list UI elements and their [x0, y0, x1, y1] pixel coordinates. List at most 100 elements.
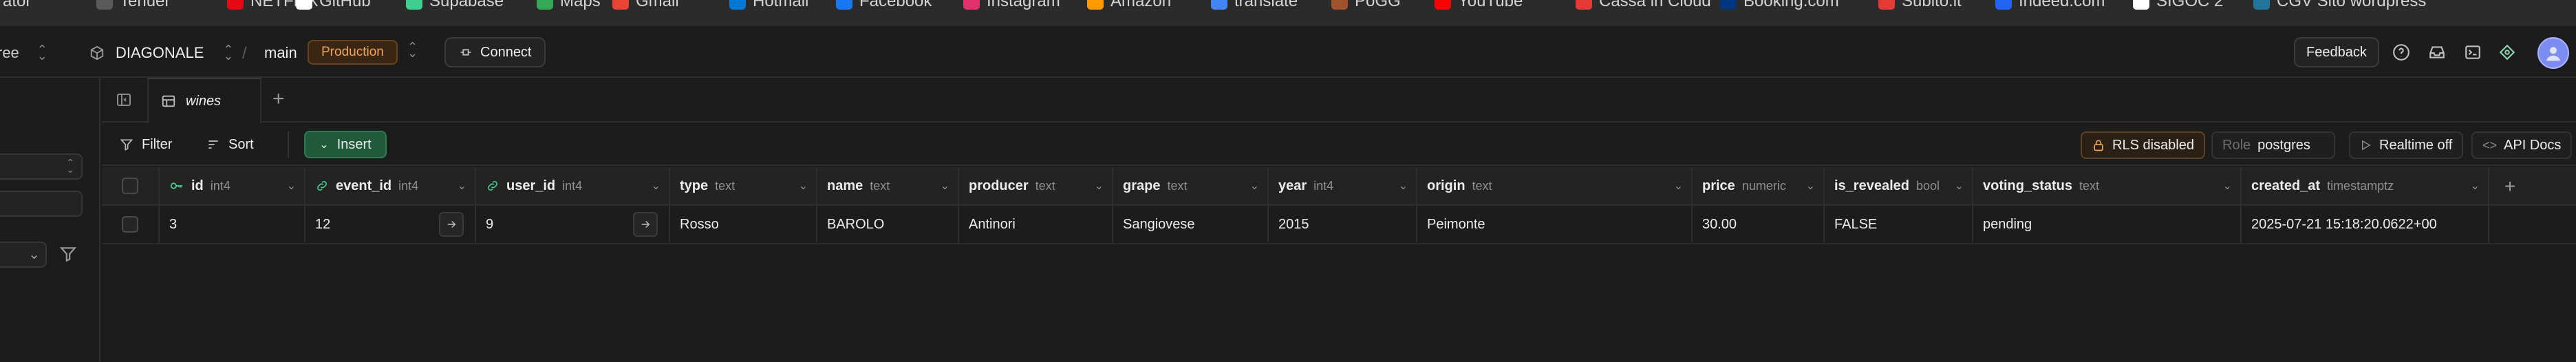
chevron-down-icon[interactable]: ⌄: [652, 179, 661, 193]
cell-id[interactable]: 3: [160, 206, 305, 243]
feedback-button[interactable]: Feedback: [2294, 37, 2379, 67]
chevron-down-icon[interactable]: ⌄: [1955, 179, 1964, 193]
column-header-grape[interactable]: grape text ⌄: [1113, 167, 1269, 204]
row-checkbox[interactable]: [102, 206, 160, 243]
add-column-icon[interactable]: +: [2489, 167, 2531, 206]
cell-grape[interactable]: Sangiovese: [1113, 206, 1269, 243]
cell-type[interactable]: Rosso: [670, 206, 817, 243]
bookmark-item[interactable]: Cassa in Cloud: [1576, 0, 1711, 10]
filter-icon[interactable]: [59, 245, 77, 266]
view-selector[interactable]: ⌄: [0, 242, 47, 268]
link-icon: [488, 181, 497, 191]
chevron-down-icon[interactable]: ⌄: [799, 179, 808, 193]
role-prefix: Role: [2222, 137, 2251, 153]
chevron-down-icon[interactable]: ⌄: [1399, 179, 1408, 193]
branch-name[interactable]: main: [264, 44, 297, 62]
cell-value: Peimonte: [1427, 216, 1485, 232]
cell-user-id[interactable]: 9: [476, 206, 670, 243]
chevron-down-icon[interactable]: ⌄: [287, 179, 296, 193]
foreign-key-link-button[interactable]: [633, 212, 658, 237]
inbox-icon[interactable]: [2425, 40, 2449, 65]
chevron-down-icon[interactable]: ⌄: [1250, 179, 1259, 193]
terminal-icon[interactable]: [2460, 40, 2485, 65]
bookmark-item[interactable]: CGV Sito wordpress: [2253, 0, 2426, 10]
bookmark-item[interactable]: Subito.it: [1878, 0, 1962, 10]
search-tables-input[interactable]: [0, 191, 83, 217]
tab-wines[interactable]: wines: [147, 78, 261, 123]
bookmark-item[interactable]: Hotmail: [729, 0, 808, 10]
bookmark-item[interactable]: translate: [1211, 0, 1298, 10]
bookmark-item[interactable]: Booking.com: [1720, 0, 1839, 10]
bookmark-item[interactable]: Supabase: [406, 0, 504, 10]
column-header-created-at[interactable]: created_at timestamptz ⌄: [2242, 167, 2489, 204]
column-header-name[interactable]: name text ⌄: [817, 167, 959, 204]
column-header-origin[interactable]: origin text ⌄: [1417, 167, 1693, 204]
org-selector[interactable]: ree ⌃⌄: [0, 43, 47, 62]
bookmark-label: Hotmail: [753, 0, 809, 10]
avatar[interactable]: [2537, 37, 2569, 69]
branch-selector-chevron[interactable]: ⌃ ⌄: [407, 41, 418, 59]
project-selector[interactable]: DIAGONALE ⌃ ⌄: [89, 43, 233, 62]
column-header-price[interactable]: price numeric ⌄: [1693, 167, 1825, 204]
rls-status-button[interactable]: RLS disabled: [2081, 131, 2205, 159]
column-header-user-id[interactable]: user_id int4 ⌄: [476, 167, 670, 204]
sort-icon: [208, 140, 218, 149]
role-selector[interactable]: Role postgres: [2211, 131, 2335, 159]
bookmark-item[interactable]: GitHub: [296, 0, 371, 10]
bookmark-item[interactable]: ator: [0, 0, 31, 10]
add-tab-icon[interactable]: +: [272, 87, 285, 111]
cell-origin[interactable]: Peimonte: [1417, 206, 1693, 243]
column-header-type[interactable]: type text ⌄: [670, 167, 817, 204]
bookmark-item[interactable]: Facebook: [836, 0, 932, 10]
chevron-down-icon[interactable]: ⌄: [1674, 179, 1683, 193]
bookmark-item[interactable]: Tenuer: [96, 0, 170, 10]
cell-event-id[interactable]: 12: [305, 206, 476, 243]
tab-bar: wines +: [102, 78, 2576, 123]
bookmark-item[interactable]: Instagram: [963, 0, 1060, 10]
advisor-icon[interactable]: [2495, 40, 2520, 65]
cell-producer[interactable]: Antinori: [959, 206, 1113, 243]
help-icon[interactable]: [2389, 40, 2414, 65]
bookmark-label: Amazon: [1110, 0, 1172, 10]
chevron-down-icon[interactable]: ⌄: [1806, 179, 1815, 193]
bookmark-label: SIGOC 2: [2156, 0, 2224, 10]
select-all-checkbox[interactable]: [102, 167, 160, 204]
bookmark-item[interactable]: SIGOC 2: [2133, 0, 2223, 10]
bookmark-item[interactable]: Maps: [537, 0, 601, 10]
chevron-down-icon[interactable]: ⌄: [2223, 179, 2232, 193]
bookmark-item[interactable]: Amazon: [1087, 0, 1171, 10]
cell-created-at[interactable]: 2025-07-21 15:18:20.0622+00: [2242, 206, 2489, 243]
table-row[interactable]: 3 12 9 Rosso BAROLO Antinori Sangiovese 2015 Pei…: [102, 206, 2576, 244]
bookmark-item[interactable]: PoGG: [1331, 0, 1401, 10]
cell-value: pending: [1983, 216, 2032, 232]
column-header-voting-status[interactable]: voting_status text ⌄: [1973, 167, 2242, 204]
bookmark-label: Instagram: [987, 0, 1060, 10]
cell-value: 30.00: [1702, 216, 1737, 232]
column-header-event-id[interactable]: event_id int4 ⌄: [305, 167, 476, 204]
column-header-id[interactable]: id int4 ⌄: [160, 167, 305, 204]
cell-year[interactable]: 2015: [1269, 206, 1417, 243]
bookmark-item[interactable]: Indeed.com: [1995, 0, 2105, 10]
schema-selector[interactable]: ⌃ ⌄: [0, 153, 83, 180]
api-docs-button[interactable]: <> API Docs: [2471, 131, 2573, 159]
foreign-key-link-button[interactable]: [439, 212, 464, 237]
column-header-producer[interactable]: producer text ⌄: [959, 167, 1113, 204]
sort-button[interactable]: Sort: [206, 132, 254, 157]
filter-button[interactable]: Filter: [120, 132, 172, 157]
realtime-button[interactable]: Realtime off: [2349, 131, 2464, 159]
chevron-down-icon[interactable]: ⌄: [941, 179, 949, 193]
cell-is-revealed[interactable]: FALSE: [1825, 206, 1973, 243]
column-header-year[interactable]: year int4 ⌄: [1269, 167, 1417, 204]
cell-price[interactable]: 30.00: [1693, 206, 1825, 243]
cell-voting-status[interactable]: pending: [1973, 206, 2242, 243]
chevron-down-icon[interactable]: ⌄: [1095, 179, 1104, 193]
chevron-down-icon[interactable]: ⌄: [2471, 179, 2480, 193]
bookmark-item[interactable]: Gmail: [612, 0, 679, 10]
toggle-sidebar-icon[interactable]: [116, 92, 132, 111]
cell-name[interactable]: BAROLO: [817, 206, 959, 243]
bookmark-item[interactable]: YouTube: [1435, 0, 1523, 10]
chevron-down-icon[interactable]: ⌄: [458, 179, 466, 193]
column-header-is-revealed[interactable]: is_revealed bool ⌄: [1825, 167, 1973, 204]
insert-button[interactable]: ⌄ Insert: [304, 131, 387, 158]
connect-button[interactable]: Connect: [444, 37, 546, 67]
